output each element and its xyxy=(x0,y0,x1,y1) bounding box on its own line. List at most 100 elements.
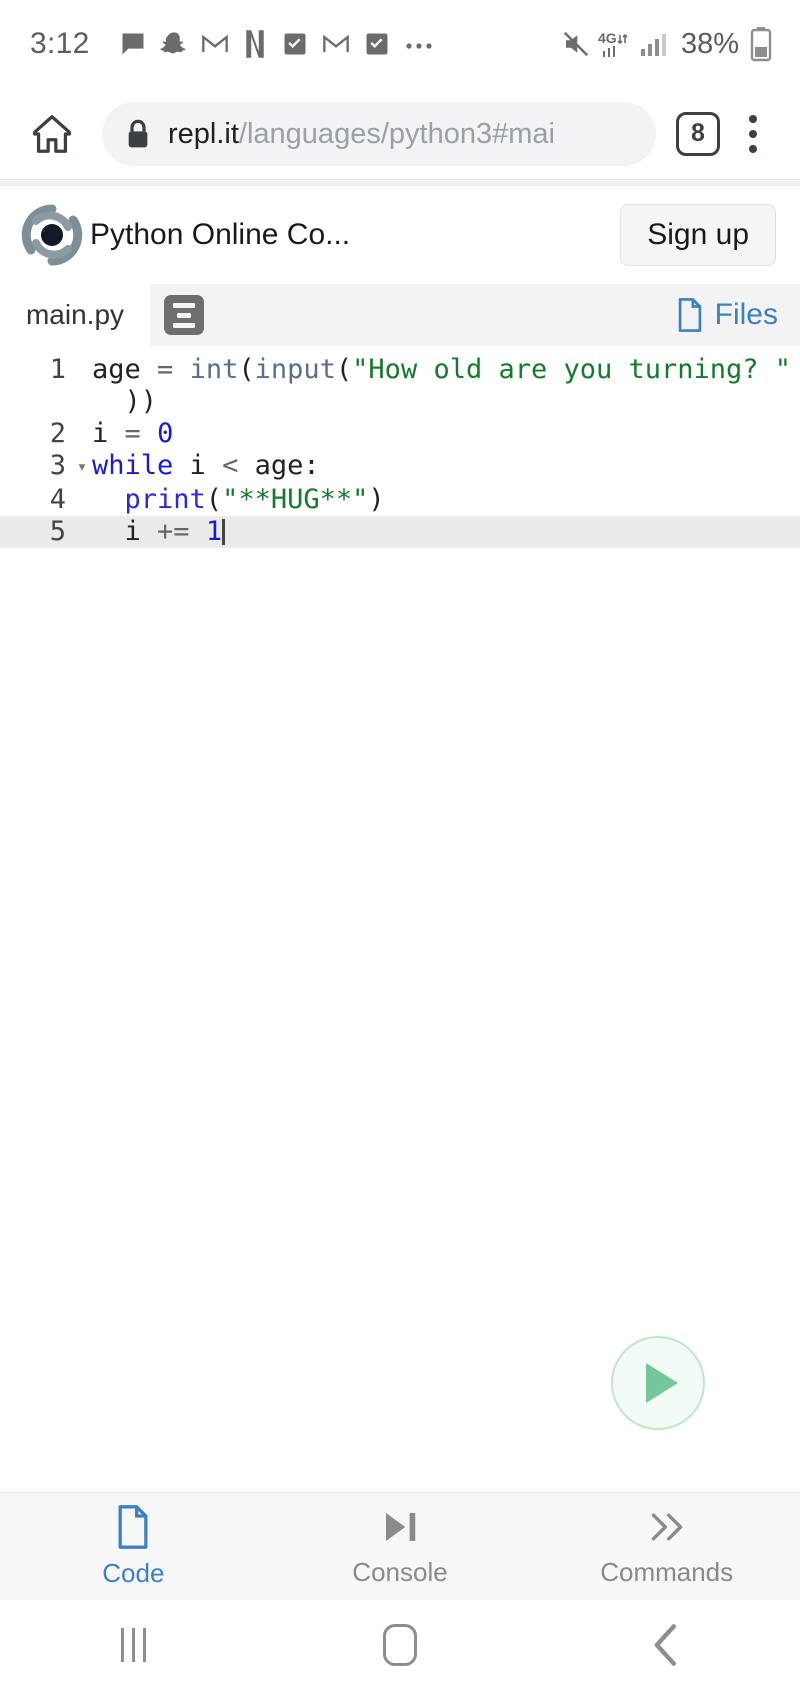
web-page-content: Python Online Co... Sign up main.py File… xyxy=(0,180,800,1600)
file-tab-main-py[interactable]: main.py xyxy=(0,284,150,346)
replit-logo xyxy=(16,199,88,271)
editor-tab-strip: main.py Files xyxy=(0,284,800,346)
tab-counter-button[interactable]: 8 xyxy=(676,111,720,156)
code-token: i xyxy=(173,450,223,481)
line-number: 1 xyxy=(49,354,66,385)
fold-toggle-icon[interactable]: ▾ xyxy=(72,450,92,484)
code-token: "How old are you turning? " xyxy=(352,354,792,385)
status-left-group: 3:12 xyxy=(30,27,561,61)
home-square-icon xyxy=(383,1623,417,1666)
double-chevron-right-icon xyxy=(651,1512,682,1541)
svg-text:4G: 4G xyxy=(598,30,617,46)
code-token: input xyxy=(254,354,336,385)
recents-bar xyxy=(120,1627,124,1662)
code-editor[interactable]: 1 age = int(input("How old are you turnin… xyxy=(0,346,800,1492)
gmail-icon xyxy=(322,30,350,58)
repl-title: Python Online Co... xyxy=(90,218,351,251)
status-right-group: 4G 38% xyxy=(561,26,772,62)
snapchat-icon xyxy=(159,30,188,58)
signal-bars-icon xyxy=(639,30,667,58)
nav-home-button[interactable] xyxy=(267,1623,534,1666)
line-number: 5 xyxy=(49,516,66,547)
code-token: < xyxy=(222,450,239,481)
code-token: while xyxy=(92,450,174,481)
file-icon xyxy=(118,1504,148,1549)
code-text: )) xyxy=(92,386,800,418)
kebab-dot xyxy=(749,114,757,123)
tab-commands-label: Commands xyxy=(600,1556,734,1587)
format-lines-icon[interactable] xyxy=(164,295,204,335)
battery-icon xyxy=(750,26,772,62)
file-icon xyxy=(678,298,701,332)
home-button[interactable] xyxy=(24,111,80,157)
gmail-icon xyxy=(201,30,229,58)
code-lines-container: 1 age = int(input("How old are you turnin… xyxy=(0,354,800,548)
url-bar[interactable]: repl.it/languages/python3#mai xyxy=(102,101,656,166)
sign-up-button[interactable]: Sign up xyxy=(620,204,776,266)
code-token: 1 xyxy=(205,516,223,547)
mail-icon xyxy=(281,30,309,58)
tab-code-label: Code xyxy=(102,1557,165,1588)
code-token: ( xyxy=(205,484,223,515)
code-token: ( xyxy=(238,354,255,385)
code-line[interactable]: 1 age = int(input("How old are you turnin… xyxy=(0,354,800,386)
tab-console[interactable]: Console xyxy=(267,1506,534,1588)
run-button[interactable] xyxy=(611,1336,705,1430)
mute-icon xyxy=(561,29,591,59)
code-token: = xyxy=(157,354,174,385)
recents-bar xyxy=(142,1627,146,1662)
play-pause-icon xyxy=(386,1512,416,1541)
code-token: ( xyxy=(335,354,353,385)
android-nav-bar xyxy=(0,1600,800,1689)
nav-back-button[interactable] xyxy=(533,1623,800,1667)
url-path: /languages/python3#mai xyxy=(238,117,555,150)
code-line[interactable]: )) xyxy=(0,386,800,418)
files-button[interactable]: Files xyxy=(675,298,778,332)
files-label: Files xyxy=(714,298,778,331)
battery-percent-label: 38% xyxy=(680,27,739,60)
format-line xyxy=(177,312,191,318)
browser-menu-button[interactable] xyxy=(730,114,776,153)
line-number: 2 xyxy=(49,418,66,449)
code-token: age: xyxy=(238,450,320,481)
code-text: i = 0 xyxy=(92,418,800,450)
recents-bar xyxy=(131,1627,135,1662)
url-text: repl.it/languages/python3#mai xyxy=(168,102,555,166)
format-line xyxy=(173,302,195,308)
nav-recents-button[interactable] xyxy=(0,1627,267,1662)
tab-console-label: Console xyxy=(352,1556,448,1587)
code-line[interactable]: 4 print("**HUG**") xyxy=(0,484,800,516)
code-token: )) xyxy=(92,386,158,417)
network-4g-icon: 4G xyxy=(598,29,632,59)
line-number: 4 xyxy=(49,484,66,515)
tab-commands[interactable]: Commands xyxy=(533,1506,800,1588)
line-number: 3 xyxy=(49,450,66,481)
code-text: age = int(input("How old are you turning… xyxy=(92,354,800,386)
code-text: i += 1 xyxy=(92,516,800,548)
code-line[interactable]: 5 i += 1 xyxy=(0,516,800,548)
recents-icon xyxy=(120,1627,146,1662)
code-token: += xyxy=(157,516,190,547)
tab-code[interactable]: Code xyxy=(0,1504,267,1589)
kebab-dot xyxy=(749,129,757,138)
code-token: int xyxy=(189,354,239,385)
code-token: = xyxy=(124,418,141,449)
code-line[interactable]: 3 ▾ while i < age: xyxy=(0,450,800,484)
code-line[interactable]: 2i = 0 xyxy=(0,418,800,450)
code-token: "**HUG**" xyxy=(222,484,369,515)
code-text: while i < age: xyxy=(92,450,800,482)
format-line xyxy=(173,322,195,328)
code-token: i xyxy=(92,516,158,547)
editor-toolbar: Files xyxy=(150,284,800,346)
code-token: 0 xyxy=(157,418,174,449)
kebab-dot xyxy=(749,144,757,153)
back-chevron-icon xyxy=(654,1623,676,1666)
browser-toolbar: repl.it/languages/python3#mai 8 xyxy=(0,88,800,180)
repl-header: Python Online Co... Sign up xyxy=(0,186,800,284)
code-token: i xyxy=(92,418,109,449)
